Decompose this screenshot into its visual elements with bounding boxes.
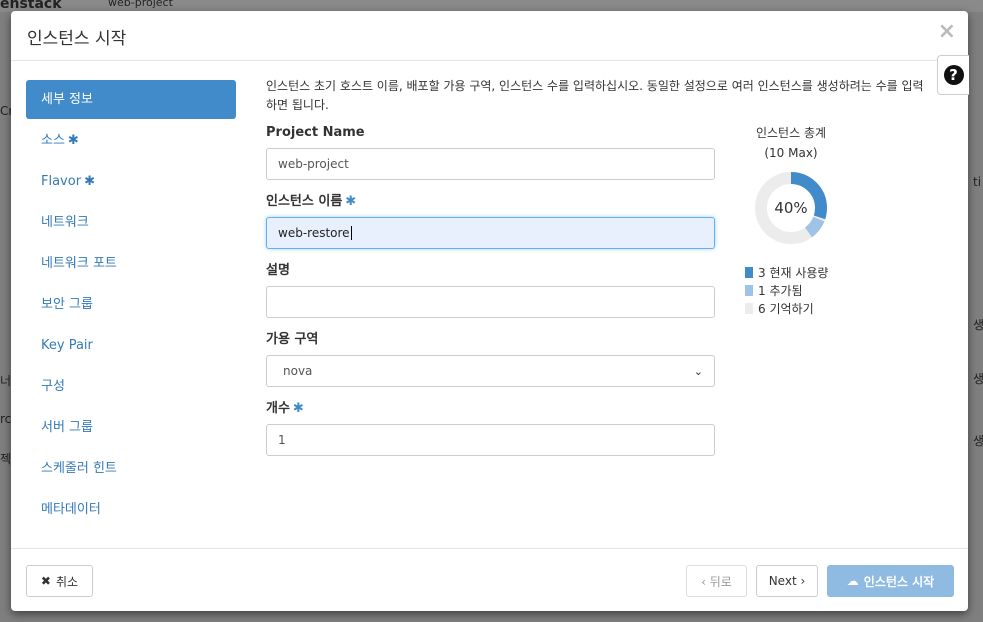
required-icon: ✱ bbox=[345, 194, 357, 209]
nav-item-metadata[interactable]: 메타데이터 bbox=[26, 490, 236, 530]
button-label: Next › bbox=[768, 574, 806, 588]
help-button[interactable]: ? bbox=[937, 55, 969, 95]
nav-item-network-ports[interactable]: 네트워크 포트 bbox=[26, 244, 236, 284]
required-icon: ✱ bbox=[84, 174, 95, 189]
nav-item-label: Flavor bbox=[41, 174, 82, 189]
background-project: web-project bbox=[108, 0, 173, 9]
text-caret bbox=[350, 226, 352, 240]
project-name-label: Project Name bbox=[266, 125, 716, 140]
button-label: ‹ 뒤로 bbox=[701, 574, 732, 589]
wizard-nav: 세부 정보 소스 ✱ Flavor ✱ 네트워크 네트워크 포트 보안 그룹 Key… bbox=[26, 80, 236, 531]
cancel-button[interactable]: ✖ 취소 bbox=[26, 565, 93, 597]
background-text: ti bbox=[973, 175, 982, 189]
nav-item-flavor[interactable]: Flavor ✱ bbox=[26, 162, 236, 202]
label-text: 설명 bbox=[266, 263, 290, 278]
nav-item-label: 보안 그룹 bbox=[41, 297, 93, 312]
nav-item-label: 서버 그룹 bbox=[41, 420, 93, 435]
nav-item-label: 네트워크 포트 bbox=[41, 256, 117, 271]
nav-item-security-groups[interactable]: 보안 그룹 bbox=[26, 285, 236, 325]
nav-item-key-pair[interactable]: Key Pair bbox=[26, 326, 236, 366]
chevron-down-icon: ⌄ bbox=[693, 364, 703, 378]
instance-quota-widget: 인스턴스 총계 (10 Max) 40% 3 현재 사용량 1 추가됨 6 기억… bbox=[731, 123, 851, 317]
label-text: 인스턴스 이름 bbox=[266, 194, 343, 209]
field-value: 1 bbox=[278, 433, 286, 447]
cloud-upload-icon: ☁ bbox=[846, 574, 859, 588]
count-label: 개수 ✱ bbox=[266, 397, 716, 416]
legend-swatch bbox=[745, 266, 753, 278]
modal-title: 인스턴스 시작 bbox=[27, 29, 127, 49]
label-text: Project Name bbox=[266, 125, 365, 140]
legend-label: 3 현재 사용량 bbox=[758, 265, 829, 280]
background-text: 생 bbox=[973, 372, 983, 386]
nav-item-label: 구성 bbox=[41, 379, 65, 394]
nav-item-label: 메타데이터 bbox=[41, 502, 101, 517]
back-button[interactable]: ‹ 뒤로 bbox=[686, 565, 747, 597]
quota-percent-label: 40% bbox=[774, 199, 808, 217]
legend-remaining: 6 기억하기 bbox=[745, 299, 851, 317]
quota-subtitle: (10 Max) bbox=[764, 146, 818, 160]
instance-name-label: 인스턴스 이름 ✱ bbox=[266, 190, 716, 209]
launch-instance-modal: 인스턴스 시작 × ? 세부 정보 소스 ✱ Flavor ✱ 네트워크 네트워크 … bbox=[11, 11, 969, 611]
availability-zone-label: 가용 구역 bbox=[266, 328, 716, 347]
nav-item-label: 네트워크 bbox=[41, 215, 89, 230]
legend-added: 1 추가됨 bbox=[745, 281, 851, 299]
legend-label: 1 추가됨 bbox=[758, 283, 803, 298]
label-text: 가용 구역 bbox=[266, 332, 319, 347]
modal-footer: ✖ 취소 ‹ 뒤로 Next › ☁ 인스턴스 시작 bbox=[11, 548, 968, 611]
details-form: 인스턴스 초기 호스트 이름, 배포할 가용 구역, 인스턴스 수를 입력하십시… bbox=[266, 77, 924, 456]
description-label: 설명 bbox=[266, 259, 716, 278]
nav-item-scheduler-hints[interactable]: 스케줄러 힌트 bbox=[26, 449, 236, 489]
availability-zone-select[interactable]: nova ⌄ bbox=[266, 355, 715, 387]
field-value: web-project bbox=[278, 157, 349, 171]
label-text: 개수 bbox=[266, 401, 290, 416]
close-icon: ✖ bbox=[40, 574, 51, 588]
nav-item-network[interactable]: 네트워크 bbox=[26, 203, 236, 243]
button-label: 인스턴스 시작 bbox=[863, 574, 935, 589]
background-text: 생 bbox=[973, 434, 983, 448]
nav-item-label: 스케줄러 힌트 bbox=[41, 461, 117, 476]
launch-instance-button[interactable]: ☁ 인스턴스 시작 bbox=[827, 565, 954, 597]
instance-name-input[interactable]: web-restore bbox=[266, 217, 715, 249]
legend-label: 6 기억하기 bbox=[758, 301, 814, 316]
legend-current: 3 현재 사용량 bbox=[745, 263, 851, 281]
quota-legend: 3 현재 사용량 1 추가됨 6 기억하기 bbox=[745, 263, 851, 317]
quota-donut-chart: 40% bbox=[753, 170, 829, 246]
select-value: nova bbox=[283, 364, 313, 378]
modal-header: 인스턴스 시작 × bbox=[11, 11, 968, 61]
close-icon[interactable]: × bbox=[938, 21, 956, 43]
required-icon: ✱ bbox=[292, 401, 304, 416]
quota-title: 인스턴스 총계 bbox=[755, 126, 827, 140]
legend-swatch bbox=[745, 284, 753, 296]
nav-item-label: 세부 정보 bbox=[41, 92, 93, 107]
next-button[interactable]: Next › bbox=[756, 565, 818, 597]
description-input[interactable] bbox=[266, 286, 715, 318]
background-text: 너 bbox=[0, 374, 12, 388]
legend-swatch bbox=[745, 302, 753, 314]
help-text: 인스턴스 초기 호스트 이름, 배포할 가용 구역, 인스턴스 수를 입력하십시… bbox=[266, 79, 924, 112]
required-icon: ✱ bbox=[67, 133, 79, 148]
background-text: 젝 bbox=[0, 452, 12, 466]
nav-item-label: 소스 bbox=[41, 133, 65, 148]
nav-item-configuration[interactable]: 구성 bbox=[26, 367, 236, 407]
nav-item-source[interactable]: 소스 ✱ bbox=[26, 121, 236, 161]
nav-item-server-groups[interactable]: 서버 그룹 bbox=[26, 408, 236, 448]
background-text: 생 bbox=[973, 318, 983, 332]
nav-item-details[interactable]: 세부 정보 bbox=[26, 80, 236, 119]
nav-item-label: Key Pair bbox=[41, 338, 93, 353]
count-input[interactable]: 1 bbox=[266, 424, 715, 456]
project-name-field[interactable]: web-project bbox=[266, 148, 715, 180]
field-value: web-restore bbox=[278, 226, 350, 240]
button-label: 취소 bbox=[55, 574, 79, 589]
question-icon: ? bbox=[943, 65, 964, 85]
